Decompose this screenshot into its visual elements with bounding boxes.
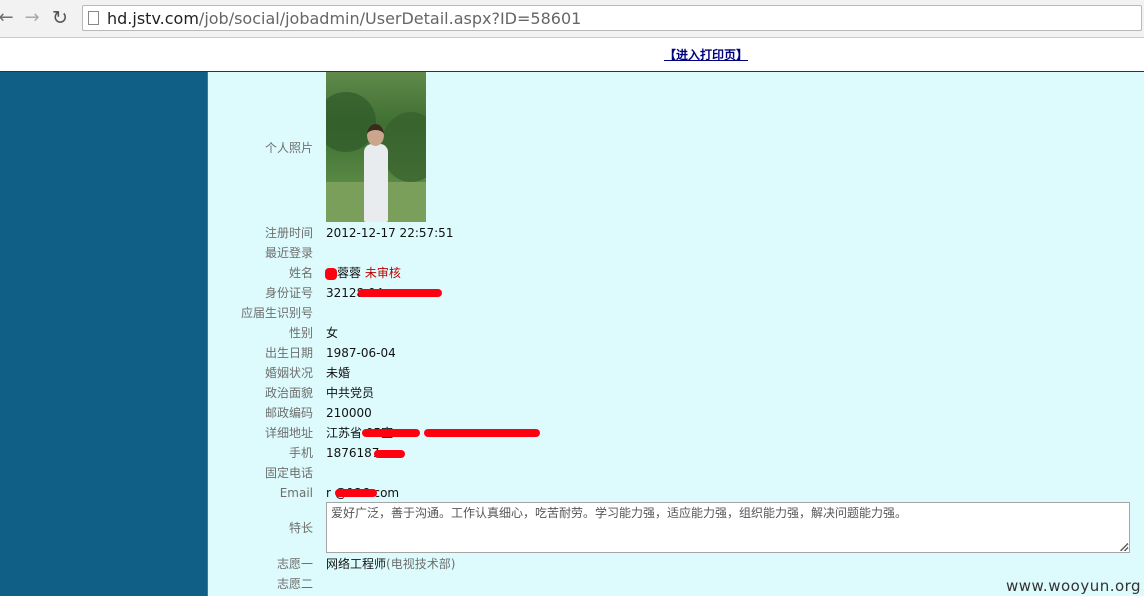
watermark: www.wooyun.org [1006, 577, 1142, 595]
address-bar[interactable]: hd.jstv.com/job/social/jobadmin/UserDeta… [82, 5, 1142, 31]
page-icon [88, 11, 99, 25]
redaction-mark [358, 289, 442, 297]
id-label: 身份证号 [264, 286, 313, 300]
reg-time-value: 2012-12-17 22:57:51 [326, 226, 454, 240]
redaction-mark [374, 450, 405, 458]
email-label: Email [279, 486, 313, 500]
wish1-value: 网络工程师(电视技术部) [326, 557, 455, 571]
wish1-label: 志愿一 [276, 557, 313, 571]
strength-label: 特长 [288, 521, 313, 535]
name-text: 蓉蓉 [337, 266, 362, 280]
address-label: 详细地址 [264, 426, 313, 440]
postcode-label: 邮政编码 [264, 406, 313, 420]
mobile-label: 手机 [288, 446, 313, 460]
gender-label: 性别 [288, 326, 313, 340]
browser-toolbar: ← → ↻ hd.jstv.com/job/social/jobadmin/Us… [0, 0, 1144, 38]
wish1-department: (电视技术部) [386, 557, 456, 571]
strength-textarea[interactable]: 爱好广泛，善于沟通。工作认真细心，吃苦耐劳。学习能力强，适应能力强，组织能力强，… [326, 502, 1130, 553]
political-value: 中共党员 [326, 386, 375, 400]
name-value: 蓉蓉 未审核 [337, 266, 401, 280]
print-page-link[interactable]: 【进入打印页】 [664, 46, 748, 63]
review-status: 未审核 [364, 266, 401, 280]
birth-value: 1987-06-04 [326, 346, 396, 360]
url-path: /job/social/jobadmin/UserDetail.aspx?ID=… [198, 9, 582, 28]
redaction-mark [335, 489, 377, 497]
back-arrow-icon[interactable]: ← [0, 8, 16, 28]
mobile-value: 1876187 [326, 446, 380, 460]
gender-value: 女 [326, 326, 339, 340]
wish2-label: 志愿二 [276, 577, 313, 591]
reg-time-label: 注册时间 [264, 226, 313, 240]
strength-text: 爱好广泛，善于沟通。工作认真细心，吃苦耐劳。学习能力强，适应能力强，组织能力强，… [331, 506, 908, 520]
name-label: 姓名 [288, 266, 313, 280]
student-id-label: 应届生识别号 [240, 306, 313, 320]
wish1-position: 网络工程师 [326, 557, 387, 571]
political-label: 政治面貌 [264, 386, 313, 400]
left-panel [0, 72, 207, 596]
resize-handle-icon[interactable] [1120, 543, 1128, 551]
forward-arrow-icon[interactable]: → [22, 8, 42, 28]
reload-icon[interactable]: ↻ [50, 8, 70, 28]
birth-label: 出生日期 [264, 346, 313, 360]
postcode-value: 210000 [326, 406, 372, 420]
last-login-label: 最近登录 [264, 246, 313, 260]
personal-photo [326, 72, 426, 222]
redaction-mark [325, 268, 337, 280]
redaction-mark [424, 429, 540, 437]
marital-label: 婚姻状况 [264, 366, 313, 380]
redaction-mark [362, 429, 420, 437]
url-text[interactable]: hd.jstv.com/job/social/jobadmin/UserDeta… [107, 9, 581, 28]
phone-label: 固定电话 [264, 466, 313, 480]
photo-label: 个人照片 [264, 141, 313, 155]
marital-value: 未婚 [326, 366, 351, 380]
url-host: hd.jstv.com [107, 9, 199, 28]
